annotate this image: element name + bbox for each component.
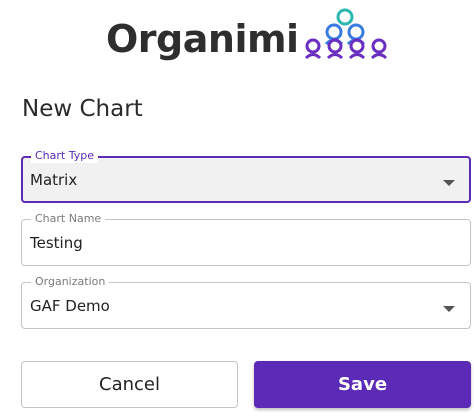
organization-value: GAF Demo [30, 297, 110, 315]
org-chart-people-icon [304, 8, 388, 60]
chart-type-value: Matrix [30, 171, 78, 189]
chevron-down-icon[interactable] [443, 306, 455, 312]
save-button[interactable]: Save [254, 361, 471, 408]
chart-name-label: Chart Name [31, 212, 106, 226]
chart-name-field[interactable]: Chart Name Testing [21, 212, 471, 266]
chart-name-value[interactable]: Testing [30, 234, 83, 252]
chart-type-select[interactable]: Chart Type Matrix [21, 149, 471, 203]
organization-label: Organization [31, 275, 110, 289]
organization-select[interactable]: Organization GAF Demo [21, 275, 471, 329]
brand-name: Organimi [106, 17, 299, 61]
cancel-button[interactable]: Cancel [21, 361, 238, 408]
chevron-down-icon[interactable] [443, 180, 455, 186]
chart-type-label: Chart Type [31, 149, 98, 163]
new-chart-dialog: Organimi New Chart Chart Type Matrix Cha… [0, 0, 474, 418]
brand-logo: Organimi [106, 4, 388, 74]
page-title: New Chart [22, 96, 143, 122]
